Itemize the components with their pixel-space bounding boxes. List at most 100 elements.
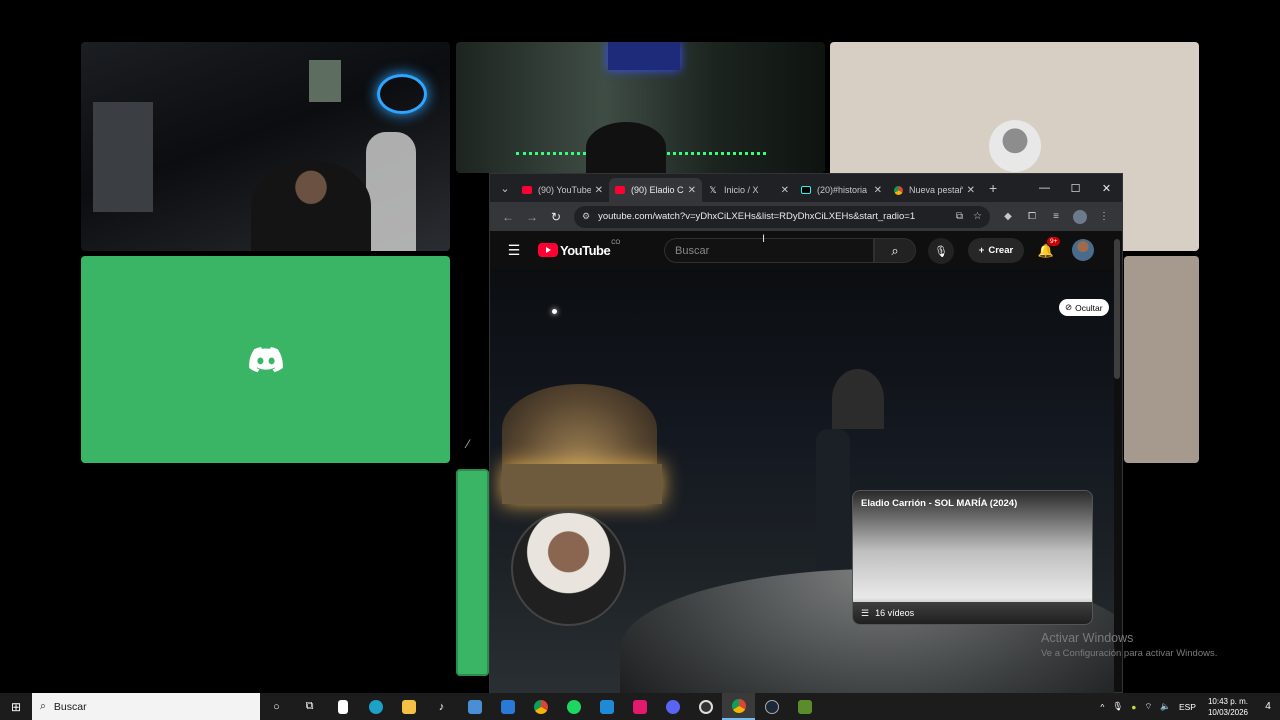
minecraft-icon[interactable] bbox=[788, 693, 821, 720]
discord-taskbar-icon[interactable] bbox=[656, 693, 689, 720]
search-icon: ⌕ bbox=[40, 700, 46, 712]
extensions-puzzle-icon[interactable]: ⧠ bbox=[1020, 205, 1044, 229]
chrome-active-icon[interactable] bbox=[722, 693, 755, 720]
notification-center-icon[interactable]: 4 bbox=[1256, 701, 1280, 712]
chrome-menu-icon[interactable]: ⋮ bbox=[1092, 205, 1116, 229]
install-app-icon[interactable]: ⧉ bbox=[956, 211, 963, 222]
search-button[interactable]: ⌕ bbox=[874, 238, 916, 263]
tab-eladio[interactable]: (90) Eladio Carrión ✕ bbox=[609, 178, 702, 202]
microphone-icon: 🎙 bbox=[934, 245, 948, 258]
close-icon[interactable]: ✕ bbox=[781, 185, 789, 196]
maximize-icon[interactable]: ☐ bbox=[1060, 174, 1091, 202]
close-icon[interactable]: ✕ bbox=[967, 185, 975, 196]
reload-button[interactable]: ↻ bbox=[544, 205, 568, 229]
url-text: youtube.com/watch?v=yDhxCiLXEHs&list=RDy… bbox=[598, 211, 916, 222]
muted-icon: ⁄ bbox=[467, 437, 470, 451]
video-tile-partial[interactable] bbox=[456, 469, 489, 676]
spotify-icon[interactable] bbox=[557, 693, 590, 720]
youtube-wordmark: YouTube bbox=[560, 242, 611, 258]
account-avatar[interactable] bbox=[1072, 239, 1094, 261]
page-scrollbar[interactable] bbox=[1114, 239, 1120, 379]
desktop: ⁄ ⌄ (90) YouTube ✕ (90) Eladio Carrión ✕… bbox=[0, 0, 1280, 694]
notification-count: 4 bbox=[1265, 701, 1271, 712]
file-icon[interactable] bbox=[326, 693, 359, 720]
microsoft-store-icon[interactable] bbox=[458, 693, 491, 720]
youtube-logo[interactable]: YouTube CO bbox=[538, 239, 621, 258]
video-player[interactable]: ⊘ Ocultar Eladio Carrión - SOL MARÍA (20… bbox=[490, 269, 1114, 694]
close-icon[interactable]: ✕ bbox=[688, 185, 696, 196]
taskbar-search-input[interactable]: ⌕ Buscar bbox=[32, 693, 260, 720]
tab-title: Nueva pestaña bbox=[909, 185, 963, 195]
tab-strip: ⌄ (90) YouTube ✕ (90) Eladio Carrión ✕ 𝕏… bbox=[490, 174, 1122, 202]
tiktok-icon[interactable]: ♪ bbox=[425, 693, 458, 720]
clock[interactable]: 10:43 p. m. 10/03/2026 bbox=[1200, 696, 1256, 718]
mix-playlist-card[interactable]: Eladio Carrión - SOL MARÍA (2024) ☰ 16 v… bbox=[852, 490, 1093, 625]
tab-x[interactable]: 𝕏 Inicio / X ✕ bbox=[702, 178, 795, 202]
file-explorer-icon[interactable] bbox=[392, 693, 425, 720]
minimize-icon[interactable]: — bbox=[1029, 174, 1060, 202]
tab-new[interactable]: Nueva pestaña ✕ bbox=[888, 178, 981, 202]
participant-avatar bbox=[989, 120, 1041, 172]
voice-search-button[interactable]: 🎙 bbox=[928, 238, 954, 264]
participant-video bbox=[586, 122, 666, 173]
close-window-icon[interactable]: ✕ bbox=[1091, 174, 1122, 202]
tab-search-icon[interactable]: ⌄ bbox=[494, 178, 516, 198]
new-tab-button[interactable]: + bbox=[989, 180, 997, 196]
scene-tower bbox=[832, 369, 884, 429]
search-icon: ⌕ bbox=[891, 242, 899, 258]
obs-icon[interactable] bbox=[689, 693, 722, 720]
notifications-button[interactable]: 🔔 9+ bbox=[1034, 237, 1061, 263]
taskbar-search-placeholder: Buscar bbox=[53, 700, 87, 713]
mail-icon[interactable] bbox=[491, 693, 524, 720]
video-tile-avatar-2[interactable] bbox=[1124, 256, 1199, 463]
security-tray-icon[interactable]: ● bbox=[1127, 702, 1140, 712]
back-button[interactable]: ← bbox=[496, 205, 520, 229]
scene-building bbox=[502, 384, 657, 474]
media-controls-icon[interactable]: ≡ bbox=[1044, 205, 1068, 229]
tab-tiktok[interactable]: (20)#historia ✕ bbox=[795, 178, 888, 202]
task-view-icon[interactable]: ⧉ bbox=[293, 693, 326, 720]
close-icon[interactable]: ✕ bbox=[874, 185, 882, 196]
windows-start-icon[interactable]: ⊞ bbox=[0, 693, 32, 720]
video-tile-discord[interactable] bbox=[81, 256, 450, 463]
chevron-up-icon[interactable]: ^ bbox=[1096, 702, 1108, 712]
youtube-header: ☰ YouTube CO Buscar ⌕ 🎙 + Crear 🔔 9+ bbox=[490, 231, 1122, 269]
discord-icon bbox=[248, 346, 283, 372]
cortana-icon[interactable]: ○ bbox=[260, 693, 293, 720]
close-icon[interactable]: ✕ bbox=[595, 185, 603, 196]
language-indicator[interactable]: ESP bbox=[1175, 702, 1200, 712]
tlauncher-icon[interactable] bbox=[590, 693, 623, 720]
hide-button[interactable]: ⊘ Ocultar bbox=[1059, 299, 1109, 316]
steam-icon[interactable] bbox=[755, 693, 788, 720]
activation-subtitle: Ve a Configuración para activar Windows. bbox=[1041, 648, 1218, 659]
mix-footer: ☰ 16 vídeos bbox=[853, 602, 1092, 624]
chrome-icon bbox=[894, 185, 903, 195]
site-info-icon[interactable]: ⚙ bbox=[582, 211, 590, 222]
text-cursor-icon: I bbox=[762, 233, 766, 245]
extension-diamond-icon[interactable]: ◆ bbox=[996, 205, 1020, 229]
participant-video bbox=[251, 160, 371, 251]
wifi-icon[interactable]: ⌔ bbox=[1140, 701, 1156, 712]
hide-label: Ocultar bbox=[1075, 302, 1103, 313]
forward-button[interactable]: → bbox=[520, 205, 544, 229]
tiktok-pink-icon[interactable] bbox=[623, 693, 656, 720]
search-input[interactable]: Buscar bbox=[664, 238, 874, 263]
edge-icon[interactable] bbox=[359, 693, 392, 720]
create-button[interactable]: + Crear bbox=[968, 238, 1024, 263]
address-bar[interactable]: ⚙ youtube.com/watch?v=yDhxCiLXEHs&list=R… bbox=[574, 205, 990, 228]
browser-toolbar: ← → ↻ ⚙ youtube.com/watch?v=yDhxCiLXEHs&… bbox=[490, 202, 1122, 231]
bookmark-star-icon[interactable]: ☆ bbox=[973, 211, 982, 222]
video-tile-webcam-1[interactable] bbox=[81, 42, 450, 251]
tab-youtube-home[interactable]: (90) YouTube ✕ bbox=[516, 178, 609, 202]
hamburger-menu-icon[interactable]: ☰ bbox=[502, 238, 526, 262]
volume-icon[interactable]: 🔈 bbox=[1156, 701, 1175, 712]
profile-avatar[interactable] bbox=[1068, 205, 1092, 229]
microphone-tray-icon[interactable]: 🎙 bbox=[1108, 701, 1127, 712]
artist-avatar[interactable] bbox=[511, 511, 626, 626]
chrome-icon[interactable] bbox=[524, 693, 557, 720]
video-tile-webcam-2[interactable] bbox=[456, 42, 825, 173]
chrome-window: ⌄ (90) YouTube ✕ (90) Eladio Carrión ✕ 𝕏… bbox=[489, 173, 1123, 694]
youtube-icon bbox=[522, 186, 532, 194]
country-code: CO bbox=[611, 239, 621, 246]
window-controls: — ☐ ✕ bbox=[1029, 174, 1122, 202]
